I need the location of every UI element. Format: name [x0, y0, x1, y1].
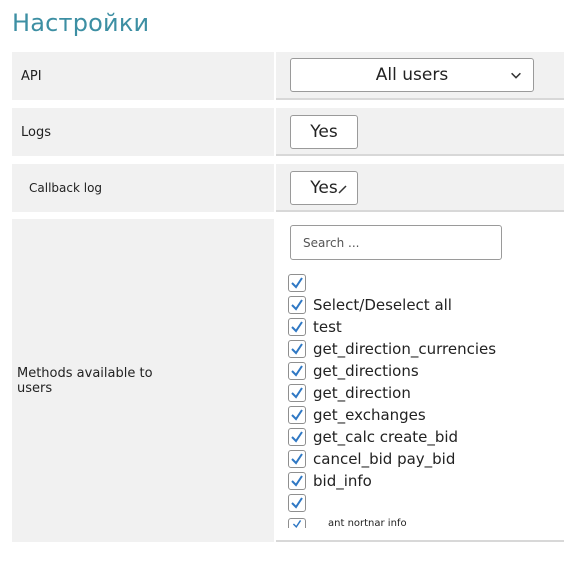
- method-item-small[interactable]: ant nortnar info: [288, 514, 558, 532]
- api-access-select[interactable]: All users: [290, 58, 534, 92]
- methods-label-text: Methods available to users: [17, 366, 153, 396]
- logs-value-panel: Yes: [276, 108, 564, 156]
- methods-search-box[interactable]: [290, 225, 502, 260]
- page-title: Настройки: [12, 9, 150, 37]
- method-checkbox[interactable]: [288, 494, 306, 512]
- api-access-select-value: All users: [375, 65, 449, 85]
- method-item-test[interactable]: test: [288, 316, 558, 338]
- method-label: get_calc create_bid: [313, 428, 459, 446]
- method-label: get_direction: [313, 384, 411, 402]
- check-icon: [291, 321, 303, 333]
- method-checkbox[interactable]: [288, 428, 306, 446]
- method-label: get_directions: [313, 362, 419, 380]
- api-setting-row: API All users: [12, 52, 564, 100]
- method-checkbox[interactable]: [288, 318, 306, 336]
- methods-label-line-2: users: [17, 380, 53, 396]
- methods-value-panel: Select/Deselect all test get_direction_c…: [276, 219, 564, 542]
- check-icon: [291, 431, 303, 443]
- method-item-get-exchanges[interactable]: get_exchanges: [288, 404, 558, 426]
- check-icon: [291, 299, 303, 311]
- check-icon: [291, 343, 303, 355]
- settings-page: Настройки API All users Logs Yes Callbac…: [0, 0, 564, 565]
- check-icon: [291, 475, 303, 487]
- callback-log-select[interactable]: Yes: [290, 171, 358, 205]
- callback-log-value-panel: Yes: [276, 164, 564, 212]
- check-icon: [291, 453, 303, 465]
- method-item-get-direction-currencies[interactable]: get_direction_currencies: [288, 338, 558, 360]
- methods-label-line-1: Methods available to: [17, 365, 153, 381]
- callback-log-select-value: Yes: [310, 178, 338, 198]
- logs-setting-row: Logs Yes: [12, 108, 564, 156]
- logs-select[interactable]: Yes: [290, 115, 358, 149]
- methods-setting-row: Methods available to users Search ... Se…: [12, 219, 564, 542]
- method-item-cancel-bid-pay-bid[interactable]: cancel_bid pay_bid: [288, 448, 558, 470]
- chevron-down-icon: [511, 72, 521, 79]
- api-value-panel: All users: [276, 52, 564, 100]
- method-checkbox[interactable]: [288, 406, 306, 424]
- method-label: test: [313, 318, 342, 336]
- method-label: cancel_bid pay_bid: [313, 450, 456, 468]
- logs-label: Logs: [12, 108, 274, 156]
- check-icon: [291, 365, 303, 377]
- method-checkbox[interactable]: [288, 274, 306, 292]
- method-checkbox[interactable]: [288, 518, 306, 528]
- logs-select-value: Yes: [310, 122, 338, 142]
- method-item-get-direction[interactable]: get_direction: [288, 382, 558, 404]
- api-label: API: [12, 52, 274, 100]
- check-icon: [291, 497, 303, 509]
- method-item-select-all[interactable]: Select/Deselect all: [288, 294, 558, 316]
- check-icon: [291, 387, 303, 399]
- method-item-get-directions[interactable]: get_directions: [288, 360, 558, 382]
- pencil-icon: [338, 185, 347, 194]
- method-checkbox[interactable]: [288, 450, 306, 468]
- method-checkbox[interactable]: [288, 362, 306, 380]
- method-checkbox[interactable]: [288, 384, 306, 402]
- check-icon: [291, 277, 303, 289]
- method-label: get_exchanges: [313, 406, 426, 424]
- method-checkbox[interactable]: [288, 472, 306, 490]
- methods-checkbox-list: Select/Deselect all test get_direction_c…: [288, 272, 558, 532]
- methods-label: Methods available to users: [12, 219, 274, 542]
- method-item-empty[interactable]: [288, 492, 558, 514]
- method-label: ant nortnar info: [328, 517, 407, 529]
- check-icon: [291, 409, 303, 421]
- method-item-get-calc-create-bid[interactable]: get_calc create_bid: [288, 426, 558, 448]
- method-label: bid_info: [313, 472, 372, 490]
- callback-log-label: Callback log: [12, 164, 274, 212]
- select-all-label: Select/Deselect all: [313, 296, 452, 314]
- select-all-checkbox[interactable]: [288, 296, 306, 314]
- method-item-bid-info[interactable]: bid_info: [288, 470, 558, 492]
- method-checkbox[interactable]: [288, 340, 306, 358]
- callback-log-setting-row: Callback log Yes: [12, 164, 564, 212]
- method-label: get_direction_currencies: [313, 340, 497, 358]
- check-icon: [292, 519, 302, 528]
- methods-search-input[interactable]: [303, 235, 501, 250]
- method-item[interactable]: [288, 272, 558, 294]
